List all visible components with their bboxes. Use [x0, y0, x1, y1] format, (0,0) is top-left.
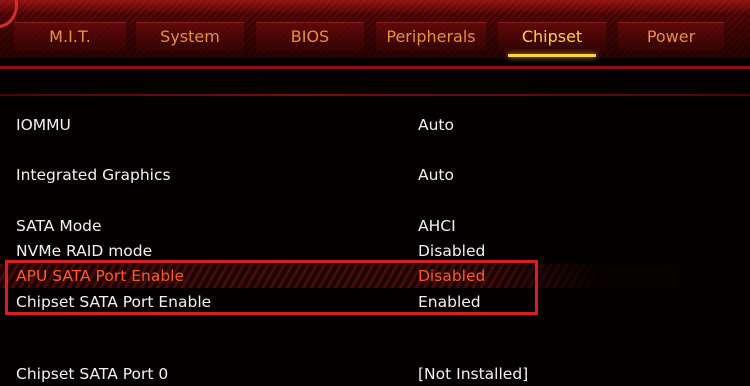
setting-value[interactable]: Auto [418, 163, 454, 187]
setting-label: Chipset SATA Port 0 [16, 365, 169, 383]
setting-row-chipset-sata-port-enable[interactable]: Chipset SATA Port Enable Enabled [0, 290, 750, 314]
tab-bios[interactable]: BIOS [256, 22, 364, 51]
tab-system[interactable]: System [136, 22, 244, 51]
setting-row-integrated-graphics[interactable]: Integrated Graphics Auto [0, 163, 750, 187]
setting-value[interactable]: Auto [418, 113, 454, 137]
header-divider [0, 66, 750, 69]
content-divider [0, 94, 750, 96]
setting-value[interactable]: Disabled [418, 239, 485, 263]
setting-value[interactable]: Disabled [418, 264, 485, 288]
setting-label: SATA Mode [16, 217, 102, 235]
setting-label: APU SATA Port Enable [16, 267, 184, 285]
tab-mit[interactable]: M.I.T. [14, 22, 126, 51]
tab-peripherals-label: Peripherals [386, 27, 476, 46]
active-tab-indicator [508, 54, 596, 57]
tab-power-label: Power [646, 27, 696, 46]
setting-row-chipset-sata-port-0[interactable]: Chipset SATA Port 0 [Not Installed] [0, 362, 750, 386]
tab-power[interactable]: Power [618, 22, 724, 51]
setting-row-sata-mode[interactable]: SATA Mode AHCI [0, 214, 750, 238]
setting-label: Chipset SATA Port Enable [16, 293, 212, 311]
setting-row-apu-sata-port-enable[interactable]: APU SATA Port Enable Disabled [0, 264, 750, 288]
tab-peripherals[interactable]: Peripherals [376, 22, 486, 51]
header-glow [0, 0, 750, 14]
setting-label: Integrated Graphics [16, 166, 171, 184]
setting-label: IOMMU [16, 116, 71, 134]
tab-mit-label: M.I.T. [49, 27, 91, 46]
setting-value[interactable]: [Not Installed] [418, 362, 528, 386]
top-menu-bar: M.I.T. System BIOS Peripherals Chipset P… [0, 0, 750, 58]
setting-row-nvme-raid-mode[interactable]: NVMe RAID mode Disabled [0, 239, 750, 263]
setting-value[interactable]: Enabled [418, 290, 481, 314]
setting-row-iommu[interactable]: IOMMU Auto [0, 113, 750, 137]
setting-value[interactable]: AHCI [418, 214, 456, 238]
setting-label: NVMe RAID mode [16, 242, 153, 260]
tab-system-label: System [160, 27, 220, 46]
tab-bios-label: BIOS [290, 27, 330, 46]
tab-chipset-label: Chipset [521, 27, 583, 46]
tab-chipset[interactable]: Chipset [498, 22, 606, 57]
